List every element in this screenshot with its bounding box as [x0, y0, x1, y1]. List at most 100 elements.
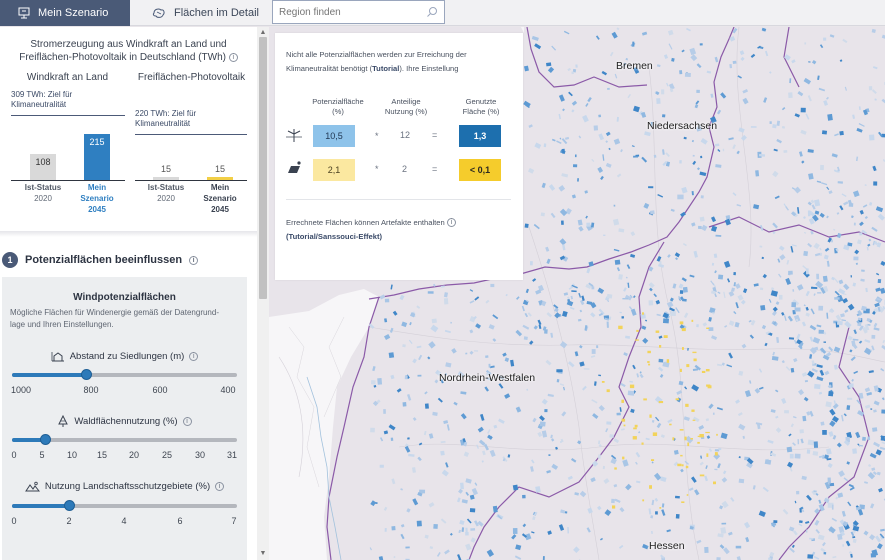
- search-icon[interactable]: [426, 6, 438, 18]
- section-number: 1: [2, 252, 18, 268]
- potential-area-patch: [786, 446, 793, 453]
- scrollbar-thumb[interactable]: [259, 37, 267, 299]
- scroll-up-icon[interactable]: ▲: [259, 29, 267, 37]
- potential-area-patch: [616, 412, 621, 416]
- pv-area-patch: [651, 459, 655, 461]
- potential-area-patch: [591, 349, 596, 354]
- potential-area-patch: [834, 297, 840, 300]
- potential-area-patch: [649, 210, 655, 215]
- potential-area-patch: [512, 484, 519, 491]
- potential-area-patch: [402, 402, 407, 407]
- pv-target-line: [135, 134, 247, 135]
- wind-turbine-icon: [286, 129, 302, 142]
- abstand-slider-fill: [12, 373, 87, 377]
- potential-area-patch: [718, 274, 724, 280]
- pv-area-patch: [705, 431, 710, 434]
- info-icon[interactable]: i: [215, 482, 225, 491]
- potential-area-patch: [465, 527, 468, 534]
- potential-area-patch: [548, 454, 551, 457]
- potential-area-patch: [870, 408, 873, 410]
- chart-title: Stromerzeugung aus Windkraft an Land und…: [0, 38, 257, 64]
- pv-area-patch: [686, 494, 689, 496]
- pv-area-patch: [691, 409, 695, 412]
- landschaftsschutz-slider-handle[interactable]: [64, 500, 75, 511]
- potential-area-patch: [796, 490, 800, 495]
- potential-area-patch: [696, 89, 700, 94]
- abstand-slider-handle[interactable]: [81, 369, 92, 380]
- potential-area-patch: [593, 125, 599, 131]
- potential-area-patch: [881, 409, 885, 414]
- wind-ist-category: Ist-Status 2020: [24, 183, 62, 203]
- pv-area-patch: [684, 436, 687, 441]
- pv-area-patch: [706, 453, 709, 457]
- potential-area-patch: [544, 409, 548, 413]
- potential-area-patch: [613, 204, 616, 207]
- info-icon[interactable]: i: [446, 218, 456, 227]
- potential-area-patch: [407, 437, 410, 440]
- tab-flaechen-im-detail[interactable]: Flächen im Detail: [130, 0, 262, 26]
- potential-area-patch: [848, 203, 854, 207]
- slider-label-landschaftsschutz: Nutzung Landschaftsschutzgebiete (%) i: [2, 481, 247, 492]
- potential-area-patch: [820, 421, 825, 426]
- pv-area-patch: [672, 437, 675, 441]
- pv-area-patch: [614, 467, 617, 470]
- potential-area-patch: [803, 250, 809, 257]
- pv-area-patch: [685, 403, 689, 407]
- pv-area-patch: [658, 401, 664, 404]
- potential-area-patch: [859, 232, 863, 236]
- potential-area-patch: [759, 245, 763, 248]
- pv-area-patch: [634, 424, 638, 428]
- potential-area-patch: [852, 448, 858, 454]
- potential-area-patch: [546, 62, 552, 67]
- wald-slider-handle[interactable]: [40, 434, 51, 445]
- potential-area-patch: [377, 378, 383, 385]
- region-search[interactable]: [272, 0, 445, 24]
- pv-area-patch: [635, 339, 639, 341]
- scroll-down-icon[interactable]: ▼: [259, 550, 267, 558]
- slider-label-wald: Waldflächennutzung (%) i: [2, 415, 247, 428]
- potential-area-patch: [827, 477, 832, 484]
- wind-baseline: [11, 180, 125, 181]
- pv-area-patch: [681, 328, 686, 332]
- pv-area-patch: [675, 398, 679, 401]
- pv-area-patch: [699, 434, 704, 438]
- slider-tick: 600: [152, 385, 168, 395]
- info-icon[interactable]: i: [189, 255, 199, 265]
- potential-area-patch: [431, 318, 437, 324]
- potential-area-patch: [807, 439, 815, 446]
- potential-area-patch: [433, 524, 438, 529]
- pv-area-patch: [714, 452, 718, 456]
- potential-area-patch: [722, 148, 725, 152]
- info-icon[interactable]: i: [189, 351, 199, 361]
- potential-area-patch: [873, 181, 878, 186]
- potential-area-patch: [662, 318, 669, 324]
- info-icon[interactable]: i: [182, 417, 192, 426]
- potential-area-patch: [839, 130, 844, 136]
- potential-area-patch: [379, 464, 384, 468]
- potential-area-patch: [802, 415, 807, 422]
- search-input[interactable]: [273, 6, 413, 18]
- section-title: Potenzialflächen beeinflussen: [25, 254, 183, 266]
- potential-area-patch: [384, 298, 390, 303]
- tab-mein-szenario[interactable]: Mein Szenario: [0, 0, 130, 26]
- tutorial-link[interactable]: Tutorial: [372, 64, 399, 73]
- pv-area-patch: [681, 501, 685, 503]
- potential-area-patch: [556, 369, 563, 373]
- potential-area-patch: [732, 60, 737, 64]
- sidebar: Stromerzeugung aus Windkraft an Land und…: [0, 27, 257, 560]
- pv-area-patch: [706, 327, 710, 329]
- potential-area-patch: [714, 468, 718, 471]
- info-icon[interactable]: i: [228, 53, 238, 62]
- potential-area-patch: [872, 427, 878, 432]
- multiply-sign: *: [375, 164, 379, 174]
- pv-area-patch: [606, 389, 610, 393]
- potential-area-patch: [591, 286, 595, 290]
- column-header-nutzung: Anteilige Nutzung (%): [384, 97, 428, 116]
- potential-area-patch: [679, 160, 682, 164]
- tutorial-artifact-link[interactable]: (Tutorial/Sanssouci-Effekt): [286, 232, 382, 241]
- pv-area-patch: [649, 414, 652, 418]
- wind-ist-bar: 108: [30, 154, 56, 180]
- pv-area-patch: [629, 384, 635, 389]
- pv-area-patch: [621, 418, 626, 422]
- pv-area-patch: [659, 345, 662, 348]
